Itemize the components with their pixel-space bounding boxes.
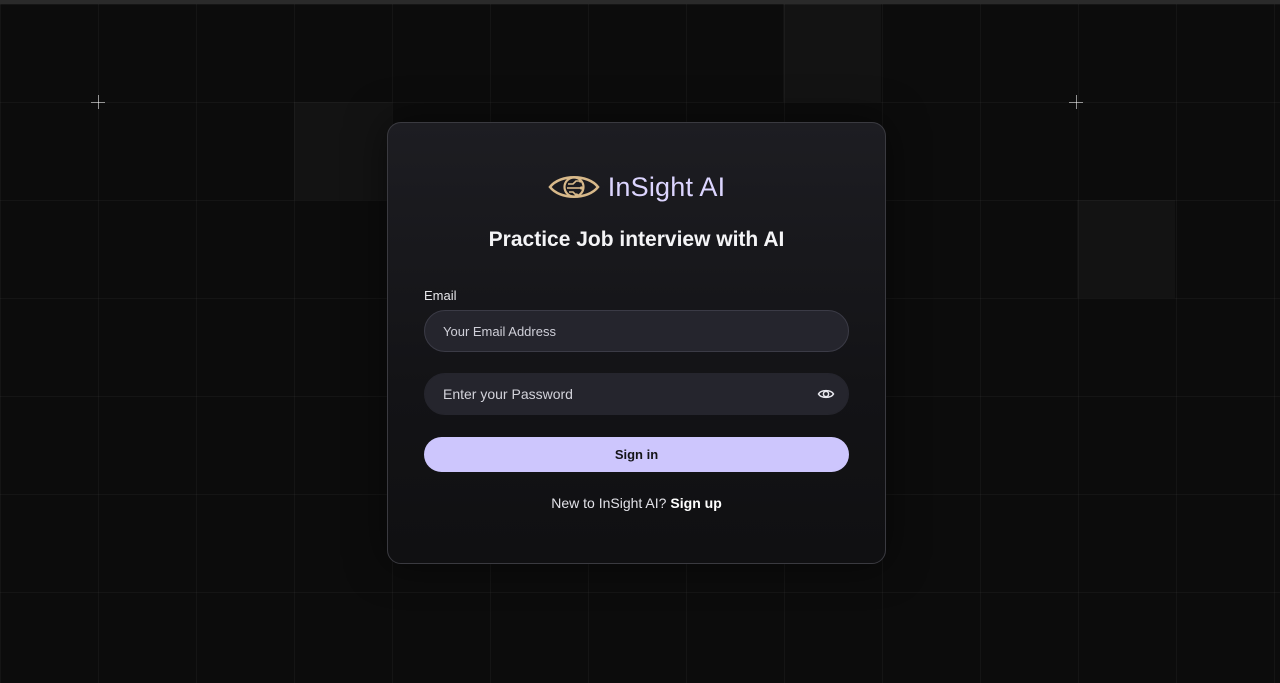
sparkle-icon bbox=[91, 95, 105, 109]
eye-icon[interactable] bbox=[817, 385, 835, 403]
sign-up-link[interactable]: Sign up bbox=[670, 495, 721, 511]
eye-circuit-icon bbox=[548, 171, 600, 203]
signup-prompt-text: New to InSight AI? bbox=[551, 495, 667, 511]
signup-prompt: New to InSight AI? Sign up bbox=[388, 495, 885, 511]
background-tile bbox=[1077, 200, 1175, 298]
password-field[interactable] bbox=[424, 373, 849, 415]
login-card: InSight AI Practice Job interview with A… bbox=[387, 122, 886, 564]
sign-in-button[interactable]: Sign in bbox=[424, 437, 849, 472]
sparkle-icon bbox=[1069, 95, 1083, 109]
background-tile bbox=[294, 102, 392, 200]
brand-name: InSight AI bbox=[607, 171, 726, 202]
password-field-wrapper bbox=[424, 373, 849, 415]
email-field[interactable] bbox=[424, 310, 849, 352]
page-title: Practice Job interview with AI bbox=[488, 228, 785, 251]
brand-header: InSight AI bbox=[388, 171, 885, 203]
email-label: Email bbox=[424, 288, 457, 303]
background-tile bbox=[783, 4, 881, 102]
